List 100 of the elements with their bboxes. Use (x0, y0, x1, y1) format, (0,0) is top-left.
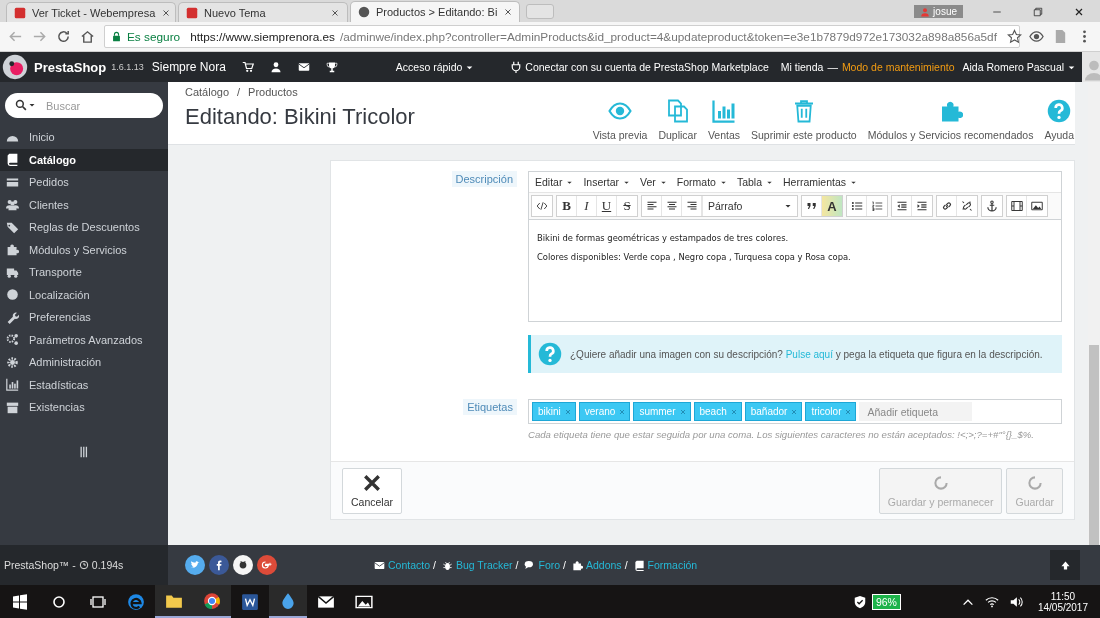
shop-name[interactable]: Siempre Nora (151, 60, 226, 74)
taskbar-app[interactable] (193, 585, 231, 618)
sidebar-item[interactable]: Existencias (0, 396, 168, 419)
reload-icon[interactable] (56, 29, 71, 44)
taskbar-app[interactable] (269, 585, 307, 618)
store-link[interactable]: Mi tienda (780, 61, 824, 73)
search-icon[interactable] (51, 593, 67, 610)
unlink-icon (961, 200, 973, 212)
caret-icon[interactable] (28, 101, 36, 109)
scroll-thumb[interactable] (1089, 345, 1099, 545)
document-icon (241, 592, 259, 611)
link-separator: / (563, 559, 566, 571)
cart-icon[interactable] (241, 61, 254, 73)
editor-menu[interactable]: Formato (676, 176, 727, 188)
align-center-icon (665, 200, 678, 212)
search-icon[interactable] (15, 99, 27, 111)
copies-icon (665, 99, 690, 123)
restore-icon[interactable] (1032, 6, 1044, 18)
sidebar-item[interactable]: Administración (0, 351, 168, 374)
toolbar-button[interactable]: Ayuda (1044, 99, 1074, 141)
footer-link[interactable]: Contacto (388, 559, 431, 571)
editor-area[interactable]: Bikini de formas geométricas y estampados de tres colores. Colores disponibles: Verde copa , Negro copa , Turquesa copa y Rosa copa. (529, 220, 1061, 321)
browser-tab[interactable]: Nuevo Tema (178, 2, 348, 22)
editor-menu[interactable]: Herramientas (783, 176, 858, 188)
users-icon (6, 198, 19, 212)
star-icon[interactable] (1006, 29, 1022, 44)
trophy-icon[interactable] (325, 61, 338, 73)
image-icon (1031, 200, 1043, 212)
cross-icon (363, 473, 381, 492)
sidebar-item[interactable]: Catálogo (0, 148, 168, 171)
sidebar-item[interactable]: Reglas de Descuentos (0, 216, 168, 239)
sidebar-item[interactable]: Localización (0, 283, 168, 306)
field-label: Etiquetas (463, 399, 517, 415)
editor-menu[interactable]: Tabla (736, 176, 773, 188)
format-button[interactable]: I (577, 196, 597, 216)
toolbar-button[interactable]: Duplicar (658, 99, 697, 141)
editor-menu[interactable]: Ver (640, 176, 667, 188)
sidebar-item[interactable]: Clientes (0, 193, 168, 216)
browser-icon (203, 591, 221, 610)
close-icon[interactable] (1073, 6, 1085, 18)
close-icon[interactable] (330, 7, 340, 18)
windows-icon[interactable] (12, 593, 28, 610)
close-icon[interactable] (161, 7, 172, 18)
wifi-icon[interactable] (984, 594, 999, 609)
tag-input[interactable]: Añadir etiqueta (859, 402, 973, 421)
task-view-icon[interactable] (90, 593, 106, 610)
text-color-button[interactable]: A (822, 196, 842, 216)
editor-menu[interactable]: Insertar (583, 176, 631, 188)
sidebar-item[interactable]: Pedidos (0, 171, 168, 194)
sidebar-item[interactable]: Módulos y Servicios (0, 238, 168, 261)
scroll-top-button[interactable] (1050, 550, 1080, 580)
speaker-icon[interactable] (1008, 594, 1023, 609)
footer-link[interactable]: Addons (586, 559, 622, 571)
format-button[interactable]: U (597, 196, 617, 216)
envelope-icon[interactable] (297, 61, 310, 73)
close-icon[interactable] (503, 7, 514, 17)
sidebar-item[interactable]: Estadísticas (0, 373, 168, 396)
sidebar-item[interactable]: Parámetros Avanzados (0, 328, 168, 351)
clock-icon (78, 560, 89, 570)
toolbar-button[interactable]: Ventas (707, 99, 740, 141)
editor-menu[interactable]: Editar (535, 176, 574, 188)
footer-link[interactable]: Foro (538, 559, 561, 571)
format-button[interactable]: S (617, 196, 637, 216)
marketplace-link[interactable]: Conectar con su cuenta de PrestaShop Marketplace (525, 61, 769, 73)
sidebar-item[interactable]: Inicio (0, 126, 168, 149)
g-plus-icon[interactable] (257, 555, 277, 575)
address-field[interactable]: Es seguro https://www.siemprenora.es /adminwe/index.php?controller=AdminProducts&id_product=4&updateproduct&token=e3e1b7879d972e173032a898a856a5df (104, 25, 1020, 48)
footer-link[interactable]: Formación (647, 559, 698, 571)
spinner-icon (1025, 473, 1044, 492)
taskbar-app[interactable] (155, 585, 193, 618)
gears-icon (6, 333, 19, 347)
clock[interactable]: 11:50 14/05/2017 (1037, 590, 1088, 613)
gear-icon (6, 355, 19, 369)
footer-link[interactable]: Bug Tracker (455, 559, 513, 571)
quick-access-menu[interactable]: Acceso rápido (395, 61, 475, 73)
toolbar-button[interactable]: Módulos y Servicios recomendados (867, 99, 1034, 141)
sidebar-item[interactable]: Preferencias (0, 306, 168, 329)
user-icon[interactable] (269, 61, 282, 73)
cancel-button[interactable]: Cancelar (342, 467, 403, 514)
format-button[interactable]: B (557, 196, 577, 216)
bird-icon[interactable] (185, 555, 205, 575)
user-menu[interactable]: Aida Romero Pascual (962, 61, 1077, 73)
dash-text: — (827, 61, 838, 73)
search-field[interactable]: Buscar (5, 93, 163, 118)
sidebar-item[interactable]: Transporte (0, 261, 168, 284)
home-icon[interactable] (80, 29, 95, 44)
droplet-icon (279, 591, 297, 610)
eye-icon[interactable] (1029, 29, 1044, 44)
bar-chart-icon (6, 378, 19, 392)
breadcrumb-link[interactable]: Catálogo (185, 86, 230, 98)
toolbar-button[interactable]: Suprimir este producto (751, 99, 857, 141)
bug-icon (441, 559, 453, 571)
plug-icon (510, 61, 523, 73)
browser-tab[interactable]: Ver Ticket - Webempresa (6, 2, 176, 22)
toolbar-button[interactable]: Vista previa (592, 99, 648, 141)
breadcrumb-link[interactable]: Productos (248, 86, 298, 98)
format-select[interactable]: Párrafo (702, 196, 797, 216)
f-icon[interactable] (209, 555, 229, 575)
load-time: 0.194s (91, 559, 124, 571)
browser-tab[interactable]: Productos > Editando: Bi (350, 1, 520, 22)
